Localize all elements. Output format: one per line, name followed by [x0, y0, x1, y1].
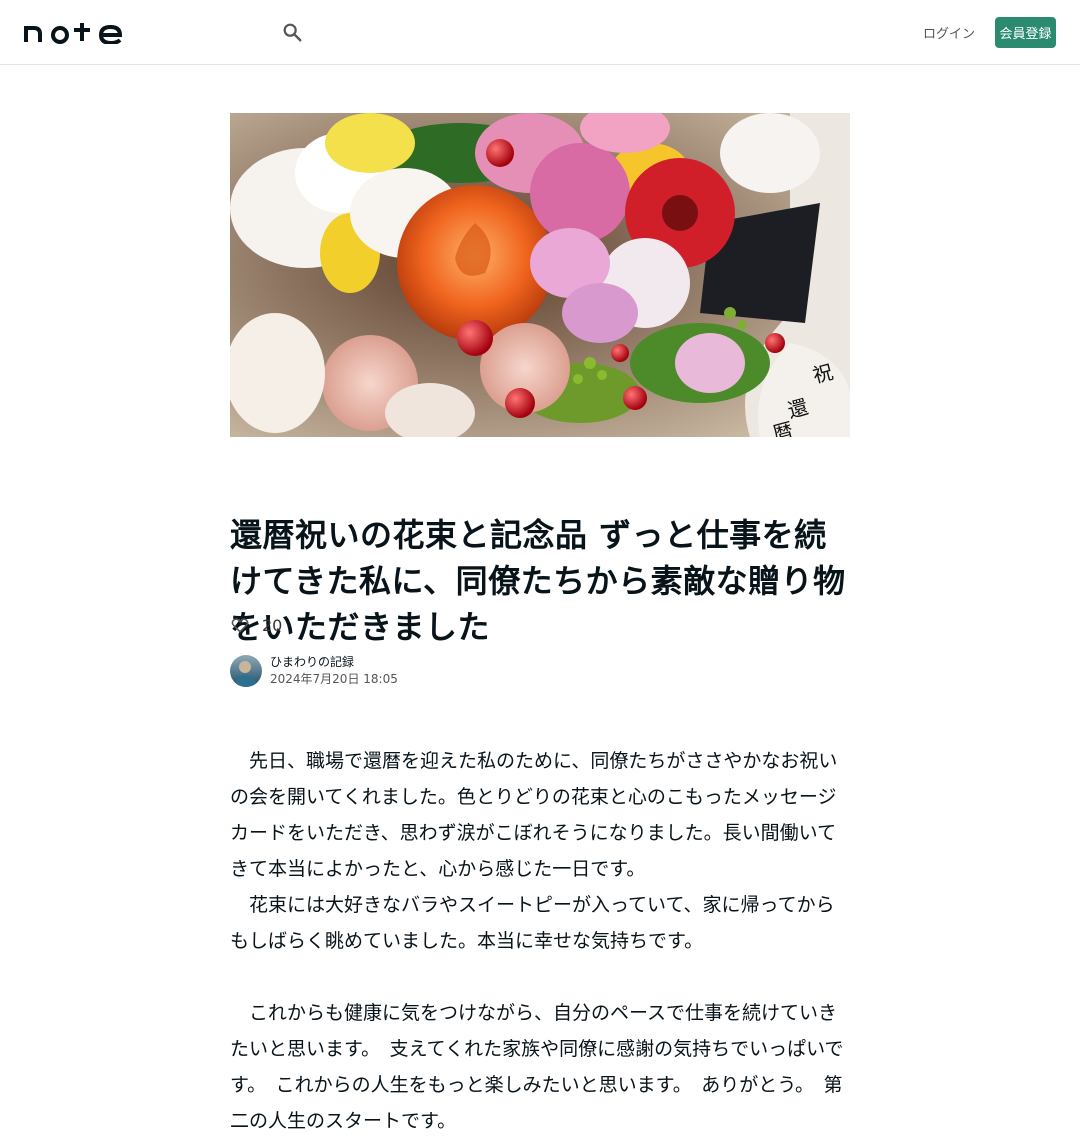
like-button[interactable] — [230, 615, 250, 635]
signup-button[interactable]: 会員登録 — [995, 17, 1056, 48]
article-title: 還暦祝いの花束と記念品 ずっと仕事を続けてきた私に、同僚たちから素敵な贈り物をい… — [230, 516, 846, 646]
site-header: ログイン 会員登録 — [0, 0, 1080, 65]
search-icon — [283, 23, 302, 42]
body-paragraph: これからも健康に気をつけながら、自分のペースで仕事を続けていきたいと思います。 … — [230, 1002, 844, 1132]
author-name[interactable]: ひまわりの記録 — [270, 654, 398, 670]
post-date: 2024年7月20日 18:05 — [270, 672, 398, 686]
body-paragraph: 先日、職場で還暦を迎えた私のために、同僚たちがささやかなお祝いの会を開いてくれま… — [230, 750, 838, 880]
like-count[interactable]: 20 — [262, 616, 282, 635]
article-eyecatch-image: 祝 還 暦 — [230, 113, 850, 437]
avatar-image — [230, 655, 262, 687]
note-logo[interactable] — [24, 20, 124, 44]
heart-icon — [231, 618, 249, 633]
article-body: 先日、職場で還暦を迎えた私のために、同僚たちがささやかなお祝いの会を開いてくれま… — [230, 743, 850, 1139]
author-info: ひまわりの記録 2024年7月20日 18:05 — [230, 655, 398, 687]
search-button[interactable] — [278, 18, 306, 46]
flower-bouquet-image: 祝 還 暦 — [230, 113, 850, 437]
author-avatar[interactable] — [230, 655, 262, 687]
body-paragraph: 花束には大好きなバラやスイートピーが入っていて、家に帰ってからもしばらく眺めてい… — [230, 894, 835, 952]
like-area: 20 — [230, 612, 282, 638]
login-link[interactable]: ログイン — [920, 18, 978, 46]
